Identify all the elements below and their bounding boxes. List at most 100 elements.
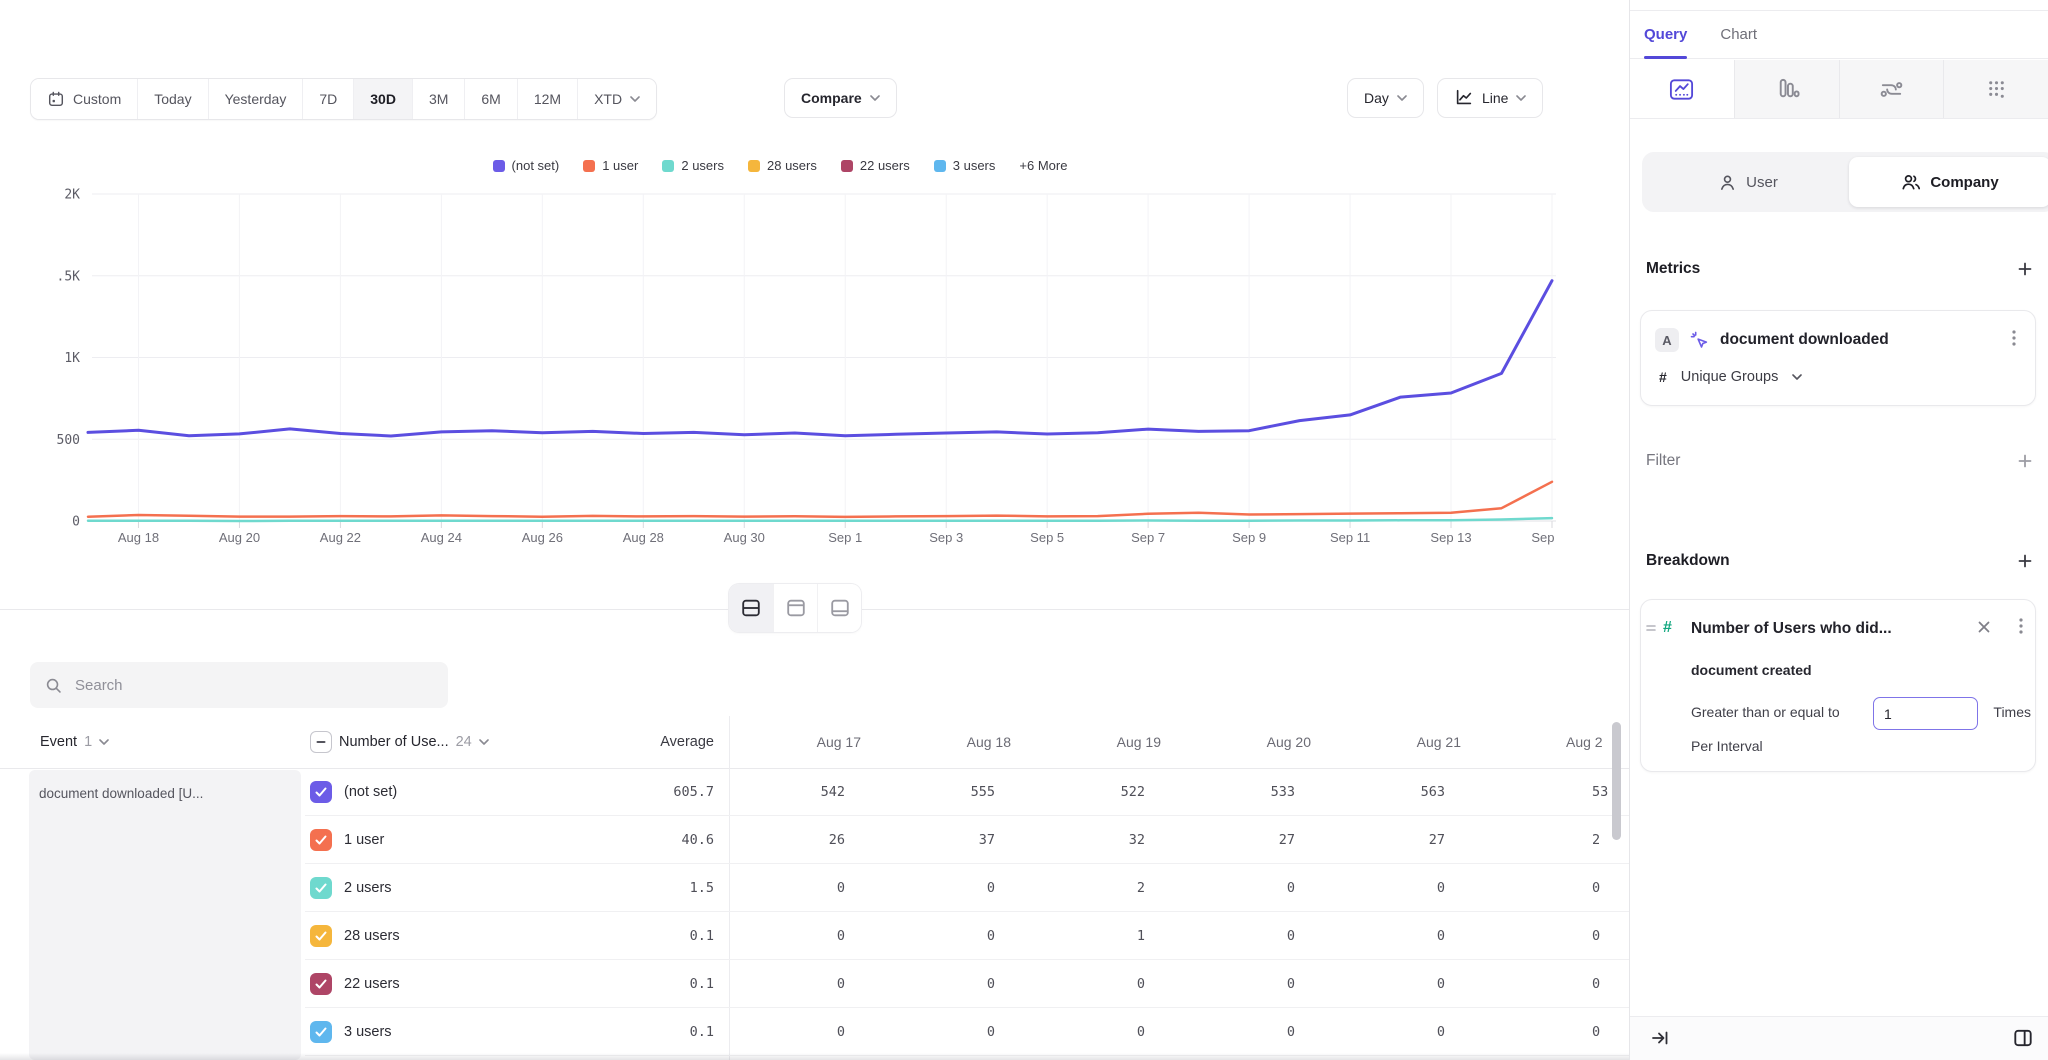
chart-type-tab-bar-chart[interactable] xyxy=(1734,60,1839,118)
add-metric-button[interactable] xyxy=(2014,258,2036,280)
chevron-down-icon xyxy=(870,95,880,101)
legend-item[interactable]: 3 users xyxy=(934,158,996,173)
event-cursor-icon xyxy=(1689,330,1710,351)
metric-menu-kebab-icon[interactable] xyxy=(2003,327,2025,349)
breakdown-menu-kebab-icon[interactable] xyxy=(2019,618,2023,637)
search-input[interactable] xyxy=(73,676,434,695)
metric-event-name[interactable]: document downloaded xyxy=(1720,331,1889,349)
svg-text:1K: 1K xyxy=(64,351,80,366)
series-checkbox[interactable] xyxy=(310,829,332,851)
average-value: 0.1 xyxy=(540,1008,714,1056)
legend-swatch xyxy=(493,160,505,172)
range-yesterday[interactable]: Yesterday xyxy=(208,79,303,119)
range-3m[interactable]: 3M xyxy=(412,79,464,119)
cell-value: 0 xyxy=(1329,912,1479,960)
breakdown-event-name[interactable]: document created xyxy=(1691,662,1812,678)
svg-text:Sep 11: Sep 11 xyxy=(1330,530,1370,545)
average-value: 0.1 xyxy=(540,912,714,960)
breakdown-value-input[interactable] xyxy=(1873,697,1978,730)
legend-item[interactable]: 22 users xyxy=(841,158,910,173)
compare-button[interactable]: Compare xyxy=(784,78,897,118)
date-column-header: Aug 21 xyxy=(1329,716,1479,768)
chevron-down-icon xyxy=(1516,95,1526,101)
breakdown-title[interactable]: Number of Users who did... xyxy=(1691,620,1892,638)
side-panel-icon[interactable] xyxy=(2012,1027,2034,1052)
series-checkbox[interactable] xyxy=(310,1021,332,1043)
close-icon[interactable] xyxy=(1977,620,1991,637)
chevron-down-icon xyxy=(479,739,489,745)
panel-tabs: Query Chart xyxy=(1630,11,2048,59)
range-today[interactable]: Today xyxy=(137,79,207,119)
range-6m[interactable]: 6M xyxy=(464,79,516,119)
metric-measure-dropdown[interactable]: # Unique Groups xyxy=(1659,369,1802,385)
cell-value: 0 xyxy=(1329,960,1479,1008)
svg-text:0: 0 xyxy=(72,515,80,530)
range-12m[interactable]: 12M xyxy=(517,79,577,119)
series-column-header[interactable]: Number of Use... 24 xyxy=(310,716,489,768)
chart-type-button[interactable]: Line xyxy=(1437,78,1543,118)
table-row: 2 users1.5002000 xyxy=(0,864,1629,912)
granularity-button[interactable]: Day xyxy=(1347,78,1424,118)
legend-item[interactable]: (not set) xyxy=(493,158,560,173)
chart-type-tab-line-chart[interactable] xyxy=(1630,60,1734,118)
series-checkbox[interactable] xyxy=(310,781,332,803)
legend-more[interactable]: +6 More xyxy=(1019,158,1067,173)
cell-value: 2 xyxy=(1029,864,1179,912)
event-header-label: Event xyxy=(40,734,77,750)
collapse-panel-icon[interactable] xyxy=(1650,1028,1670,1051)
scope-toggle: User Company xyxy=(1642,152,2048,212)
tab-query-label: Query xyxy=(1644,26,1687,43)
event-column-header[interactable]: Event 1 xyxy=(40,716,109,768)
cell-value: 0 xyxy=(879,960,1029,1008)
series-checkbox[interactable] xyxy=(310,925,332,947)
series-label: 3 users xyxy=(344,1008,392,1056)
table-only-view-button[interactable] xyxy=(817,584,861,632)
table-scrollbar-thumb[interactable] xyxy=(1612,722,1621,840)
tab-query[interactable]: Query xyxy=(1644,11,1687,58)
series-checkbox[interactable] xyxy=(310,877,332,899)
chart-type-tab-flow-chart[interactable] xyxy=(1839,60,1944,118)
select-all-checkbox[interactable] xyxy=(310,731,332,753)
range-30d[interactable]: 30D xyxy=(353,79,412,119)
line-chart-icon xyxy=(1668,76,1695,103)
cell-value: 0 xyxy=(1329,1008,1479,1056)
metric-card[interactable]: A document downloaded # Unique Groups xyxy=(1640,310,2036,406)
add-breakdown-button[interactable] xyxy=(2014,550,2036,572)
legend-swatch xyxy=(662,160,674,172)
chevron-down-icon xyxy=(1792,374,1802,380)
range-xtd[interactable]: XTD xyxy=(577,79,656,119)
series-header-count: 24 xyxy=(456,734,472,750)
series-checkbox[interactable] xyxy=(310,973,332,995)
legend-item[interactable]: 1 user xyxy=(583,158,638,173)
add-filter-button[interactable] xyxy=(2014,450,2036,472)
chart-legend: (not set) 1 user 2 users 28 users 22 users 3 … xyxy=(0,158,1560,173)
scope-user-option[interactable]: User xyxy=(1647,157,1849,207)
cell-value: 27 xyxy=(1179,816,1329,864)
table-row: 22 users0.1000000 xyxy=(0,960,1629,1008)
svg-text:Sep 1: Sep 1 xyxy=(828,530,862,545)
tab-chart[interactable]: Chart xyxy=(1720,11,1757,58)
chart-type-tab-grid-dots[interactable] xyxy=(1943,60,2048,118)
legend-item[interactable]: 28 users xyxy=(748,158,817,173)
layout-toggle-group xyxy=(729,584,861,632)
legend-item[interactable]: 2 users xyxy=(662,158,724,173)
cell-value: 0 xyxy=(1479,912,1629,960)
range-custom[interactable]: Custom xyxy=(31,79,137,119)
split-view-button[interactable] xyxy=(729,584,773,632)
calendar-icon xyxy=(47,90,65,108)
cell-value: 522 xyxy=(1029,768,1179,816)
bottom-fade xyxy=(0,1053,1629,1060)
svg-text:2K: 2K xyxy=(64,188,80,203)
metric-row: A document downloaded xyxy=(1655,327,1889,353)
scope-company-option[interactable]: Company xyxy=(1849,157,2048,207)
date-column-header: Aug 19 xyxy=(1029,716,1179,768)
date-column-header: Aug 20 xyxy=(1179,716,1329,768)
chart-only-view-button[interactable] xyxy=(773,584,817,632)
person-icon xyxy=(1718,173,1737,192)
drag-handle-icon[interactable] xyxy=(1645,622,1657,637)
range-7d[interactable]: 7D xyxy=(302,79,353,119)
cell-value: 37 xyxy=(879,816,1029,864)
breakdown-interval-label[interactable]: Per Interval xyxy=(1691,738,1763,754)
tab-chart-label: Chart xyxy=(1720,26,1757,43)
cell-value: 533 xyxy=(1179,768,1329,816)
